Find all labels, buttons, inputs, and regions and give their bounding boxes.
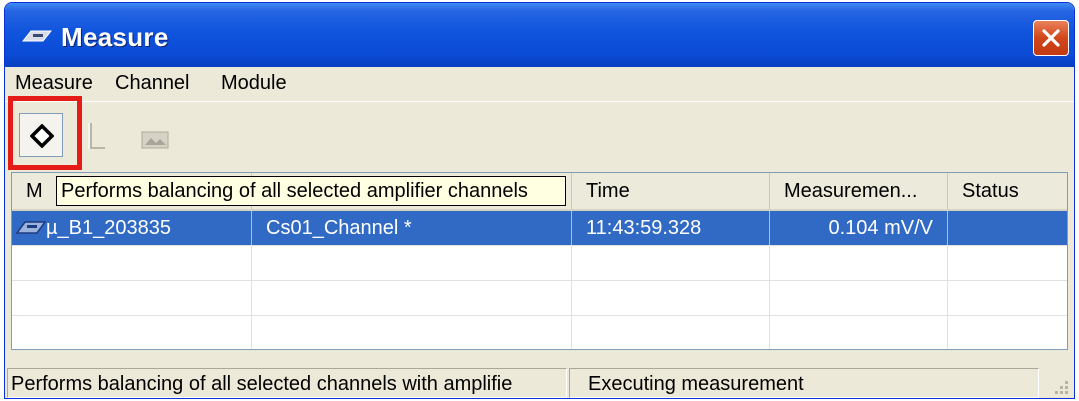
cell-time bbox=[572, 246, 770, 280]
title-bar[interactable]: Measure bbox=[5, 3, 1074, 67]
cell-channel bbox=[252, 316, 572, 349]
status-message: Performs balancing of all selected chann… bbox=[7, 368, 567, 398]
balance-button[interactable] bbox=[19, 113, 63, 157]
cell-measurement bbox=[770, 281, 948, 315]
table-row[interactable] bbox=[12, 316, 1067, 349]
window-title: Measure bbox=[61, 22, 169, 52]
image-icon[interactable] bbox=[141, 131, 169, 149]
menu-measure[interactable]: Measure bbox=[15, 72, 93, 95]
cell-module: µ_B1_203835 bbox=[12, 211, 252, 245]
module-icon bbox=[16, 221, 46, 234]
cell-status bbox=[948, 211, 1067, 245]
cell-module bbox=[12, 281, 252, 315]
cell-time bbox=[572, 281, 770, 315]
menu-channel[interactable]: Channel bbox=[115, 72, 190, 95]
tooltip: Performs balancing of all selected ampli… bbox=[56, 176, 566, 206]
status-state: Executing measurement bbox=[569, 368, 1039, 398]
column-header-measurement[interactable]: Measuremen... bbox=[770, 173, 948, 209]
status-bar: Performs balancing of all selected chann… bbox=[5, 366, 1074, 398]
zero-bracket-icon[interactable] bbox=[87, 121, 109, 151]
menu-bar: Measure Channel Module bbox=[5, 67, 1074, 102]
table-row[interactable]: µ_B1_203835 Cs01_Channel * 11:43:59.328 … bbox=[12, 211, 1067, 246]
close-button[interactable] bbox=[1033, 20, 1069, 56]
resize-grip-icon[interactable] bbox=[1050, 376, 1070, 396]
module-name: µ_B1_203835 bbox=[46, 217, 171, 239]
table-row[interactable] bbox=[12, 281, 1067, 316]
close-icon bbox=[1042, 29, 1060, 47]
column-header-time[interactable]: Time bbox=[572, 173, 770, 209]
cell-module bbox=[12, 246, 252, 280]
cell-time: 11:43:59.328 bbox=[572, 211, 770, 245]
module-icon bbox=[21, 30, 53, 42]
cell-channel bbox=[252, 246, 572, 280]
cell-channel bbox=[252, 281, 572, 315]
balance-diamond-icon bbox=[30, 124, 54, 148]
cell-measurement bbox=[770, 316, 948, 349]
cell-measurement: 0.104 mV/V bbox=[770, 211, 948, 245]
cell-module bbox=[12, 316, 252, 349]
table-row[interactable] bbox=[12, 246, 1067, 281]
cell-time bbox=[572, 316, 770, 349]
cell-measurement bbox=[770, 246, 948, 280]
menu-module[interactable]: Module bbox=[221, 72, 287, 95]
cell-channel: Cs01_Channel * bbox=[252, 211, 572, 245]
column-header-status[interactable]: Status bbox=[948, 173, 1067, 209]
